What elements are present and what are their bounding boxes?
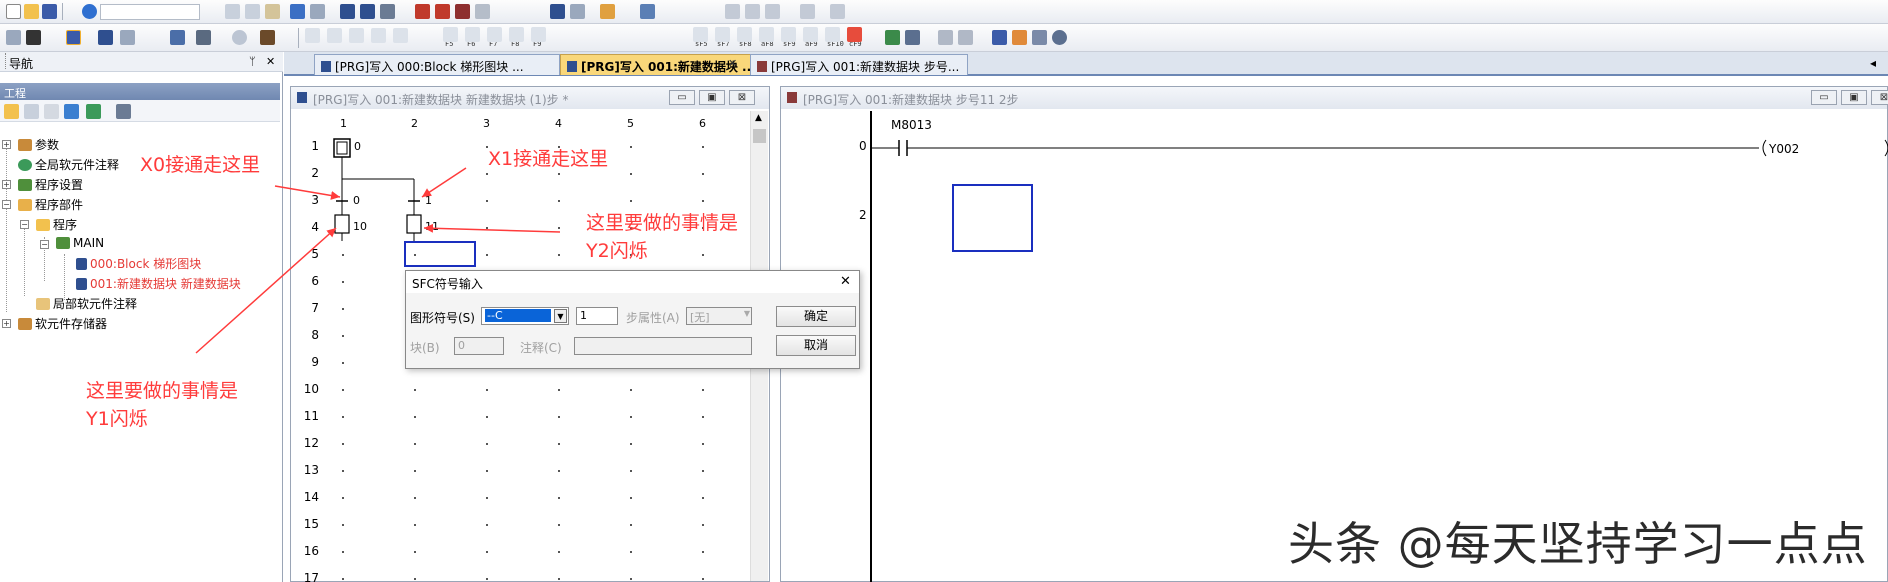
close-icon[interactable]: ✕ [840,274,851,289]
block-label: 块(B) [410,341,440,355]
ok-button[interactable]: 确定 [776,306,856,327]
maximize-button[interactable]: ▣ [1841,90,1867,105]
symbol-select[interactable]: --C ▼ [481,307,569,325]
arrow-x0 [274,185,341,200]
tab-scroll-arrow-icon[interactable]: ◂ [1870,56,1876,70]
ladder-cursor[interactable] [952,184,1033,252]
coil-left [1762,139,1767,157]
annotation-x0: X0接通走这里 [140,154,261,176]
block-input[interactable]: 0 [454,337,504,355]
dialog-title-bar: SFC符号输入 ✕ [406,271,859,293]
comment-edit-icon[interactable] [938,30,953,45]
statement-icon[interactable] [958,30,973,45]
symbol-label: 图形符号(S) [410,311,475,325]
monitor-stop-icon[interactable] [1032,30,1047,45]
device-display-icon[interactable] [992,30,1007,45]
coil-label: Y002 [1769,142,1800,156]
convert-all-icon[interactable] [905,30,920,45]
comment-input[interactable] [574,337,752,355]
chevron-down-icon[interactable]: ▼ [554,309,567,323]
ladder-rung [871,139,1888,157]
annotation-y2-line1: 这里要做的事情是 [586,212,739,234]
ladder-window-title: [PRG]写入 001:新建数据块 步号11 2步 [781,87,1887,109]
annotation-y2-line2: Y2闪烁 [586,240,648,262]
dialog-title: SFC符号输入 [412,277,483,291]
step-attr-value: [无] [690,311,710,324]
annotation-y1-line2: Y1闪烁 [86,408,148,430]
close-button[interactable]: ⊠ [1871,90,1888,105]
arrow-x1 [421,167,467,198]
watermark: 头条 @每天坚持学习一点点 [1288,517,1868,571]
cancel-button[interactable]: 取消 [776,335,856,356]
step-attr-select[interactable]: [无] ▼ [686,307,752,325]
step-attr-label: 步属性(A) [626,311,680,325]
arrow-y2 [423,223,561,233]
step-number-input[interactable]: 1 [576,307,618,325]
sfc-symbol-input-dialog: SFC符号输入 ✕ 图形符号(S) --C ▼ 1 步属性(A) [无] ▼ 确… [405,270,860,369]
monitor-start-icon[interactable] [1012,30,1027,45]
annotation-x1: X1接通走这里 [488,148,609,170]
symbol-select-value: --C [485,309,551,322]
chevron-down-icon: ▼ [743,309,750,318]
annotation-y1-line1: 这里要做的事情是 [86,380,239,402]
zoom-in-icon[interactable] [1052,30,1067,45]
comment-label: 注释(C) [520,341,562,355]
arrow-y1 [195,227,337,354]
minimize-button[interactable]: ▭ [1811,90,1837,105]
